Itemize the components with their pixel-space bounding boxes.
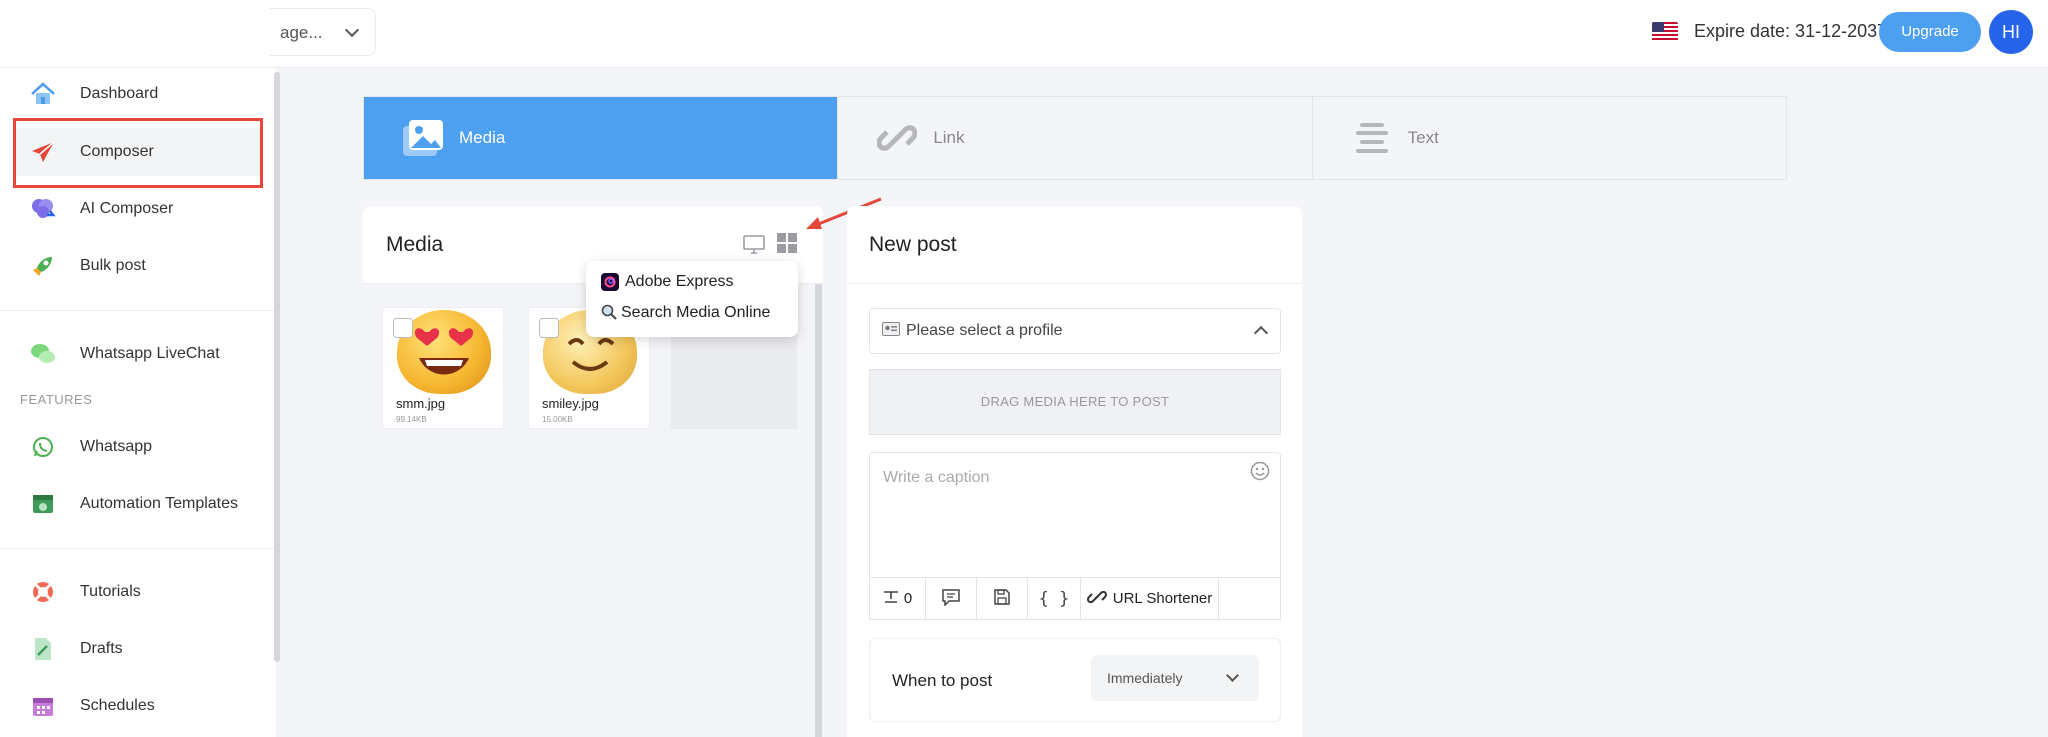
url-shortener-button[interactable]: URL Shortener <box>1081 578 1219 619</box>
menu-item-label: Adobe Express <box>625 273 734 290</box>
sidebar-item-label: Tutorials <box>80 583 141 600</box>
page-select[interactable]: age... <box>270 8 376 56</box>
new-post-title: New post <box>869 233 957 256</box>
home-icon <box>30 81 56 107</box>
sidebar-item-dashboard[interactable]: Dashboard <box>14 70 262 118</box>
media-scrollbar[interactable] <box>815 284 822 737</box>
sidebar-divider <box>0 310 274 311</box>
sidebar-item-tutorials[interactable]: Tutorials <box>14 568 262 616</box>
when-to-post-value: Immediately <box>1107 670 1183 686</box>
sidebar-item-label: AI Composer <box>80 200 174 217</box>
monitor-upload-icon[interactable] <box>743 235 765 260</box>
caption-placeholder: Write a caption <box>883 469 990 486</box>
variables-button[interactable]: { } <box>1028 578 1081 619</box>
char-count: 0 <box>870 578 926 619</box>
chat-bubbles-icon <box>30 341 56 367</box>
when-to-post-label: When to post <box>892 671 993 690</box>
media-select-checkbox[interactable] <box>393 318 413 338</box>
comment-icon <box>941 588 961 610</box>
post-type-tabs: Media Link Text <box>363 96 1787 180</box>
page-select-value: age... <box>280 23 323 42</box>
tab-label: Text <box>1407 128 1439 147</box>
media-select-checkbox[interactable] <box>539 318 559 338</box>
sidebar-item-bulk-post[interactable]: Bulk post <box>14 242 262 290</box>
when-to-post-section: When to post Immediately <box>869 638 1281 722</box>
caption-toolbar: 0 { } URL Shortener <box>869 578 1281 620</box>
chevron-up-icon <box>1253 325 1269 341</box>
when-to-post-select[interactable]: Immediately <box>1091 655 1259 701</box>
media-file-name: smiley.jpg <box>542 396 599 411</box>
new-post-panel: New post Please select a profile DRAG ME… <box>847 206 1302 737</box>
emoji-icon[interactable] <box>1250 461 1270 486</box>
sidebar-item-label: Bulk post <box>80 257 146 274</box>
profile-select[interactable]: Please select a profile <box>869 308 1281 354</box>
top-bar: age... Expire date: 31-12-2037 Upgrade H… <box>0 0 2048 68</box>
text-lines-icon <box>1350 116 1394 160</box>
sidebar-item-automation-templates[interactable]: Automation Templates <box>14 480 262 528</box>
url-shortener-label: URL Shortener <box>1112 590 1213 607</box>
avatar[interactable]: HI <box>1989 10 2033 54</box>
sidebar-item-label: Whatsapp <box>80 438 153 455</box>
profile-select-placeholder: Please select a profile <box>906 322 1063 339</box>
grid-menu-icon[interactable] <box>777 233 797 258</box>
draft-file-icon <box>30 636 56 662</box>
whatsapp-icon <box>30 434 56 460</box>
media-file-size: 15.00KB <box>542 415 573 424</box>
tab-label: Media <box>459 128 506 147</box>
chevron-down-icon <box>1226 669 1239 682</box>
sidebar-item-label: Whatsapp LiveChat <box>80 345 220 362</box>
media-source-menu: Adobe Express Search Media Online <box>586 261 798 337</box>
comment-button[interactable] <box>926 578 977 619</box>
char-count-value: 0 <box>903 590 913 607</box>
calendar-icon <box>30 693 56 719</box>
image-icon <box>401 116 445 160</box>
caption-textarea[interactable]: Write a caption <box>869 452 1281 578</box>
sidebar-item-label: Schedules <box>80 697 155 714</box>
adobe-express-icon <box>601 273 619 291</box>
menu-item-adobe-express[interactable]: Adobe Express <box>601 273 734 291</box>
media-file-size: 99.14KB <box>396 415 427 424</box>
link-icon <box>875 116 919 160</box>
menu-item-search-media-online[interactable]: Search Media Online <box>601 304 770 322</box>
brain-icon <box>30 196 56 222</box>
composer-highlight-box <box>13 118 263 188</box>
sidebar-item-label: Drafts <box>80 640 123 657</box>
sidebar-item-label: Automation Templates <box>80 495 239 512</box>
sidebar-item-ai-composer[interactable]: AI Composer <box>14 185 262 233</box>
save-icon <box>993 588 1011 610</box>
tab-text[interactable]: Text <box>1312 97 1786 179</box>
expire-date: Expire date: 31-12-2037 <box>1694 21 1888 41</box>
media-title: Media <box>386 233 444 256</box>
toolbar-empty-slot <box>1219 578 1280 619</box>
sidebar-item-whatsapp[interactable]: Whatsapp <box>14 423 262 471</box>
us-flag-icon[interactable] <box>1652 22 1678 42</box>
sidebar-scrollbar[interactable] <box>274 72 280 662</box>
template-icon <box>30 491 56 517</box>
lifebuoy-icon <box>30 579 56 605</box>
media-thumbnail[interactable]: smm.jpg 99.14KB <box>382 307 504 429</box>
menu-item-label: Search Media Online <box>621 304 771 321</box>
id-card-icon <box>882 321 900 341</box>
link-icon <box>1086 587 1107 611</box>
rocket-icon <box>30 253 56 279</box>
sidebar-item-drafts[interactable]: Drafts <box>14 625 262 673</box>
section-label-features: FEATURES <box>20 392 93 407</box>
curly-braces-icon: { } <box>1038 588 1070 609</box>
tab-label: Link <box>933 128 965 147</box>
media-file-name: smm.jpg <box>396 396 446 411</box>
tab-link[interactable]: Link <box>838 97 1313 179</box>
upgrade-button[interactable]: Upgrade <box>1879 12 1981 52</box>
media-dropzone[interactable]: DRAG MEDIA HERE TO POST <box>869 369 1281 435</box>
sidebar-divider <box>0 548 274 549</box>
new-post-header: New post <box>847 206 1302 284</box>
chevron-down-icon <box>344 22 360 38</box>
sidebar-item-whatsapp-livechat[interactable]: Whatsapp LiveChat <box>14 330 262 378</box>
text-size-icon <box>883 590 899 608</box>
save-draft-button[interactable] <box>977 578 1028 619</box>
tab-media[interactable]: Media <box>364 97 839 179</box>
search-icon <box>601 304 617 322</box>
sidebar-item-schedules[interactable]: Schedules <box>14 682 262 730</box>
sidebar-item-label: Dashboard <box>80 85 159 102</box>
